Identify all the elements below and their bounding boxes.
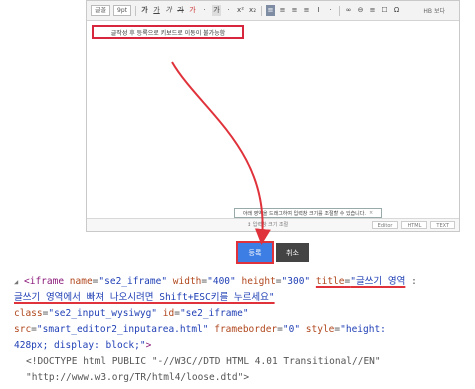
code-attr: height bbox=[241, 276, 276, 287]
resize-handle[interactable]: ↕ 입력창 크기 조절 bbox=[247, 221, 288, 228]
form-buttons: 등록 취소 bbox=[236, 241, 309, 264]
code-value: "se2_iframe" bbox=[179, 308, 249, 319]
cancel-button[interactable]: 취소 bbox=[276, 243, 309, 262]
font-color-button[interactable]: 가 bbox=[188, 5, 197, 16]
annotation-tip-text: 글작성 후 등록으로 키보드로 이동이 불가능함 bbox=[110, 29, 226, 37]
code-value-title-cont: 글쓰기 영역에서 빠져 나오시려면 Shift+ESC키를 누르세요" bbox=[14, 292, 275, 303]
subscript-button[interactable]: x₂ bbox=[248, 5, 257, 16]
link-icon[interactable]: ∞ bbox=[344, 5, 353, 16]
resize-tooltip-text: 아래 영역을 드래그하여 입력창 크기를 조절할 수 있습니다. bbox=[242, 210, 366, 217]
code-attr: style bbox=[305, 324, 335, 335]
code-doctype: <!DOCTYPE html PUBLIC "-//W3C//DTD HTML … bbox=[26, 356, 381, 367]
editor-footer: ↕ 입력창 크기 조절 Editor HTML TEXT bbox=[87, 218, 459, 231]
code-attr: src bbox=[14, 324, 32, 335]
code-value-title: "글쓰기 영역 bbox=[350, 276, 406, 287]
quote-button[interactable]: · bbox=[326, 5, 335, 16]
align-right-button[interactable]: ≡ bbox=[290, 5, 299, 16]
superscript-button[interactable]: x² bbox=[236, 5, 245, 16]
italic-button[interactable]: 가 bbox=[164, 5, 173, 16]
code-value: "0" bbox=[282, 324, 301, 335]
background-color-dropdown[interactable]: · bbox=[224, 5, 233, 16]
toolbar-divider bbox=[135, 5, 137, 16]
code-attr: class bbox=[14, 308, 43, 319]
code-value: "se2_iframe" bbox=[98, 276, 168, 287]
code-value: "smart_editor2_inputarea.html" bbox=[36, 324, 209, 335]
table-icon[interactable]: ☐ bbox=[380, 5, 389, 16]
code-value: 428px; display: block;" bbox=[14, 340, 146, 351]
code-attr: frameborder bbox=[214, 324, 278, 335]
font-size-select[interactable]: 9pt bbox=[113, 5, 132, 16]
font-family-select[interactable]: 글꼴 bbox=[91, 5, 111, 16]
tab-editor[interactable]: Editor bbox=[371, 221, 399, 229]
code-value: "se2_input_wysiwyg" bbox=[48, 308, 158, 319]
annotation-tip-box: 글작성 후 등록으로 키보드로 이동이 불가능함 bbox=[92, 25, 244, 39]
code-attr-title: title bbox=[315, 276, 345, 287]
code-line: 글쓰기 영역에서 빠져 나오시려면 Shift+ESC키를 누르세요" bbox=[14, 290, 470, 306]
align-left-button[interactable]: ≡ bbox=[266, 5, 276, 16]
unlink-icon[interactable]: ⊖ bbox=[356, 5, 365, 16]
code-attr: width bbox=[172, 276, 202, 287]
code-line: src="smart_editor2_inputarea.html" frame… bbox=[14, 324, 386, 335]
expand-triangle-icon[interactable]: ◢ bbox=[14, 274, 24, 290]
code-line: "http://www.w3.org/TR/html4/loose.dtd"> bbox=[14, 370, 470, 386]
code-line: ◢ <iframe name="se2_iframe" width="400" h… bbox=[14, 274, 470, 290]
mode-tabs: Editor HTML TEXT bbox=[371, 221, 455, 229]
code-value: "300" bbox=[281, 276, 311, 287]
smart-editor: 글꼴 9pt 가 가 가 가 가 · 가 · x² x₂ ≡ ≡ ≡ ≡ I ·… bbox=[86, 0, 460, 232]
code-attr: id bbox=[162, 308, 175, 319]
tab-text[interactable]: TEXT bbox=[430, 221, 455, 229]
code-tag: > bbox=[145, 340, 152, 351]
list-icon[interactable]: ≡ bbox=[368, 5, 377, 16]
code-value: "height: bbox=[340, 324, 386, 335]
devtools-code-panel: ◢ <iframe name="se2_iframe" width="400" h… bbox=[14, 274, 470, 386]
special-char-icon[interactable]: Ω bbox=[392, 5, 401, 16]
tab-html[interactable]: HTML bbox=[401, 221, 428, 229]
toolbar-right-label[interactable]: HB 보다 bbox=[423, 6, 445, 15]
line-height-button[interactable]: I bbox=[314, 5, 323, 16]
align-center-button[interactable]: ≡ bbox=[278, 5, 287, 16]
code-tag: <iframe bbox=[24, 276, 65, 287]
code-line: class="se2_input_wysiwyg" id="se2_iframe… bbox=[14, 308, 249, 319]
code-attr: name bbox=[69, 276, 93, 287]
resize-tooltip: 아래 영역을 드래그하여 입력창 크기를 조절할 수 있습니다. × bbox=[234, 208, 382, 218]
code-doctype: "http://www.w3.org/TR/html4/loose.dtd"> bbox=[26, 372, 250, 383]
close-icon[interactable]: × bbox=[369, 210, 373, 216]
code-value: "400" bbox=[207, 276, 236, 287]
bold-button[interactable]: 가 bbox=[140, 5, 149, 16]
toolbar-divider bbox=[339, 5, 341, 16]
code-line: 428px; display: block;"> bbox=[14, 338, 470, 354]
toolbar-divider bbox=[261, 5, 263, 16]
editor-toolbar: 글꼴 9pt 가 가 가 가 가 · 가 · x² x₂ ≡ ≡ ≡ ≡ I ·… bbox=[87, 1, 459, 21]
underline-button[interactable]: 가 bbox=[152, 5, 161, 16]
code-line: <!DOCTYPE html PUBLIC "-//W3C//DTD HTML … bbox=[14, 354, 470, 370]
background-color-button[interactable]: 가 bbox=[212, 5, 222, 16]
strikethrough-button[interactable]: 가 bbox=[176, 5, 185, 16]
align-justify-button[interactable]: ≡ bbox=[302, 5, 311, 16]
font-color-dropdown[interactable]: · bbox=[200, 5, 209, 16]
submit-button[interactable]: 등록 bbox=[236, 241, 274, 264]
